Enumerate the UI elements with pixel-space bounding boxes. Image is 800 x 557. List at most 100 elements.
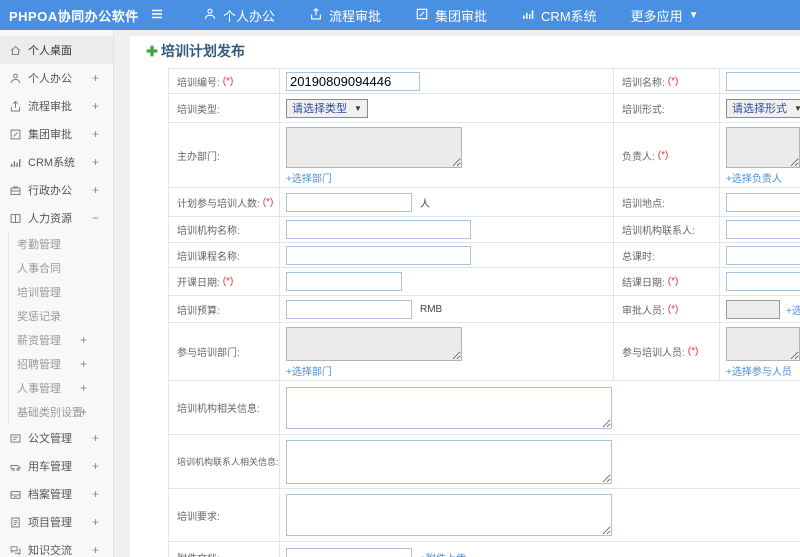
sidebar-item-label: 用车管理 [28,461,72,473]
sidebar-item-label: 考勤管理 [17,239,61,251]
end-date-input[interactable] [726,272,800,291]
attachment-upload-link[interactable]: +附件上传 [420,550,466,557]
start-date-label: 开课日期: (*) [177,276,234,289]
training-mode-select[interactable]: 请选择形式▼ [726,98,800,118]
org-name-input[interactable] [286,220,471,239]
sidebar-item-label: 人事管理 [17,383,61,395]
expand-plus-icon[interactable]: + [92,515,99,529]
approver-cell: +选择审批人 [719,296,800,322]
home-icon [9,44,22,57]
select-join-dept-link[interactable]: +选择部门 [286,363,332,378]
sidebar-item-crm-system[interactable]: CRM系统 + [0,148,113,176]
sidebar-item-reward-punish[interactable]: 奖惩记录 [0,304,113,328]
leader-cell: +选择负责人 [719,123,800,187]
course-name-input[interactable] [286,245,471,265]
expand-plus-icon[interactable]: + [80,333,87,347]
leader-textarea[interactable] [726,127,800,168]
join-people-textarea[interactable] [726,327,800,361]
attachment-input[interactable] [286,547,412,557]
sidebar-item-training-mgmt[interactable]: 培训管理 [0,280,113,304]
nav-personal-office[interactable]: 个人办公 [186,0,292,30]
training-no-input[interactable] [286,71,420,91]
end-date-cell [719,268,800,295]
car-icon [9,460,22,473]
host-dept-textarea[interactable] [286,127,462,168]
training-type-label: 培训类型: [177,104,220,116]
collapse-minus-icon[interactable]: − [92,211,99,225]
sidebar-item-admin-office[interactable]: 行政办公 + [0,176,113,204]
expand-plus-icon[interactable]: + [92,431,99,445]
expand-plus-icon[interactable]: + [92,99,99,113]
expand-plus-icon[interactable]: + [92,487,99,501]
org-info-textarea[interactable] [286,386,612,429]
sidebar-item-personnel-mgmt[interactable]: 人事管理 + [0,376,113,400]
expand-plus-icon[interactable]: + [92,183,99,197]
select-join-people-link[interactable]: +选择参与人员 [726,363,792,378]
location-input[interactable] [726,192,800,212]
join-dept-textarea[interactable] [286,327,462,361]
sidebar-item-recruit-mgmt[interactable]: 招聘管理 + [0,352,113,376]
sidebar-item-attendance-mgmt[interactable]: 考勤管理 [0,232,113,256]
nav-crm-system[interactable]: CRM系统 [504,0,614,30]
user-icon [9,72,22,85]
expand-plus-icon[interactable]: + [92,127,99,141]
select-approver-link[interactable]: +选择审批人 [786,302,800,317]
sidebar-item-workflow-approval[interactable]: 流程审批 + [0,92,113,120]
sidebar-item-hr-contract[interactable]: 人事合同 [0,256,113,280]
training-mode-cell: 请选择形式▼ [719,94,800,122]
sidebar-item-label: 奖惩记录 [17,311,61,323]
sidebar-item-project-mgmt[interactable]: 项目管理 + [0,508,113,536]
workflow-icon [309,7,329,24]
sidebar-item-archive-mgmt[interactable]: 档案管理 + [0,480,113,508]
form-row-dates: 开课日期: (*) 结课日期: (*) [169,268,800,296]
nav-label: 更多应用 [630,8,683,24]
approver-input[interactable] [726,299,780,319]
unit-suffix: 人 [420,198,430,210]
training-no-cell [279,69,613,93]
requirement-textarea[interactable] [286,494,612,536]
expand-plus-icon[interactable]: + [92,71,99,85]
app-window: PHPOA协同办公软件 个人办公 流程审批 集团审批 CRM系统 更多应用 ▼ … [0,0,800,557]
form-row-org-info: 培训机构相关信息: [169,381,800,435]
chart-icon [521,7,541,24]
sidebar-item-personal-office[interactable]: 个人办公 + [0,64,113,92]
expand-plus-icon[interactable]: + [80,381,87,395]
sidebar-item-salary-mgmt[interactable]: 薪资管理 + [0,328,113,352]
expand-plus-icon[interactable]: + [80,357,87,371]
training-name-input[interactable] [726,71,800,91]
sidebar-item-knowledge-exchange[interactable]: 知识交流 + [0,536,113,557]
sidebar-item-group-approval[interactable]: 集团审批 + [0,120,113,148]
training-type-select[interactable]: 请选择类型 ▼ [286,98,368,118]
book-icon [9,212,22,225]
form-row-dept-leader: 主办部门: +选择部门 负责人: (*) +选择负责人 [169,123,800,188]
nav-more-apps[interactable]: 更多应用 ▼ [614,0,716,30]
sidebar-item-base-category[interactable]: 基础类别设置 + [0,400,113,424]
sidebar-item-vehicle-mgmt[interactable]: 用车管理 + [0,452,113,480]
sidebar-item-hr[interactable]: 人力资源 − [0,204,113,232]
training-name-label: 培训名称: (*) [613,69,719,93]
select-caret-icon: ▼ [354,103,362,113]
total-hours-cell [719,243,800,267]
select-host-dept-link[interactable]: +选择部门 [286,170,332,185]
total-hours-input[interactable] [726,245,800,265]
select-leader-link[interactable]: +选择负责人 [726,170,782,185]
location-label: 培训地点: [613,188,719,216]
expand-plus-icon[interactable]: + [92,155,99,169]
expand-plus-icon[interactable]: + [92,459,99,473]
expand-plus-icon[interactable]: + [80,405,87,419]
required-mark: (*) [667,303,679,315]
sidebar-toggle-button[interactable] [142,0,172,30]
budget-input[interactable] [286,299,412,319]
org-contact-info-textarea[interactable] [286,439,612,484]
chart-icon [9,156,22,169]
org-contact-label: 培训机构联系人: [613,217,719,242]
sidebar-item-personal-desktop[interactable]: 个人桌面 [0,36,113,64]
nav-workflow-approval[interactable]: 流程审批 [292,0,398,30]
nav-group-approval[interactable]: 集团审批 [398,0,504,30]
expand-plus-icon[interactable]: + [92,543,99,557]
currency-suffix: RMB [420,303,443,315]
org-contact-input[interactable] [726,220,800,239]
planned-count-input[interactable] [286,192,412,212]
start-date-input[interactable] [286,272,402,291]
sidebar-item-doc-mgmt[interactable]: 公文管理 + [0,424,113,452]
